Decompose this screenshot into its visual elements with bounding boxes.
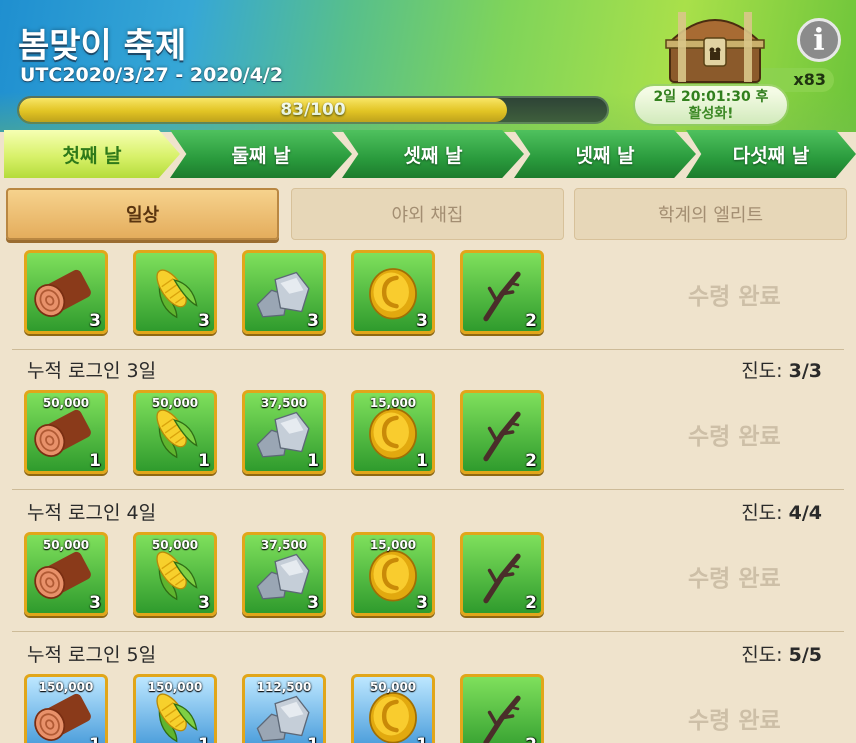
tab-day-2[interactable]: 둘째 날 xyxy=(170,130,352,178)
branch-icon xyxy=(483,695,521,743)
progress-value: 4/4 xyxy=(788,502,822,524)
row-progress: 진도: 3/3 xyxy=(741,356,822,383)
reward-amount: 112,500 xyxy=(256,680,312,694)
reward-item[interactable]: 150,000 1 xyxy=(24,674,108,743)
progress-label: 진도: xyxy=(741,360,789,382)
event-header: 봄맞이 축제 UTC2020/3/27 - 2020/4/2 83/100 x8… xyxy=(0,0,856,132)
row-title: 누적 로그인 4일 xyxy=(27,502,157,524)
reward-amount: 50,000 xyxy=(42,538,90,552)
reward-amount: 150,000 xyxy=(147,680,203,694)
progress-fill xyxy=(19,98,508,122)
row-progress: 진도: 5/5 xyxy=(741,640,822,667)
reward-amount: 50,000 xyxy=(42,396,90,410)
reward-amount: 15,000 xyxy=(369,538,417,552)
tab-outdoor-gathering[interactable]: 야외 채집 xyxy=(291,188,564,240)
row-progress: 진도: 4/4 xyxy=(741,498,822,525)
reward-quantity: 1 xyxy=(307,735,319,743)
activation-timer: 2일 20:01:30 후 xyxy=(653,89,769,105)
reward-quantity: 1 xyxy=(198,735,210,743)
treasure-chest-icon[interactable] xyxy=(660,2,770,90)
reward-quantity: 1 xyxy=(416,735,428,743)
info-button[interactable]: i xyxy=(797,18,841,62)
progress-text: 83/100 xyxy=(280,100,346,120)
reward-row: 3 3 3 3 2 수령 완료 xyxy=(0,248,856,350)
reward-quantity: 2 xyxy=(525,735,537,743)
reward-amount: 150,000 xyxy=(38,680,94,694)
claimed-label: 수령 완료 xyxy=(688,708,781,734)
progress-value: 3/3 xyxy=(788,360,822,382)
row-title: 누적 로그인 5일 xyxy=(27,644,157,666)
reward-row: 누적 로그인 5일진도: 5/5 150,0001 150,0001 112,5… xyxy=(0,564,856,743)
reward-amount: 50,000 xyxy=(151,396,199,410)
progress-label: 진도: xyxy=(741,644,789,666)
tab-day-4[interactable]: 넷째 날 xyxy=(514,130,696,178)
info-icon: i xyxy=(813,22,825,58)
reward-row: 누적 로그인 4일 진도: 4/4 50,000 3 50,000 3 37,500 3… xyxy=(0,422,856,632)
activation-label: 활성화! xyxy=(688,106,734,122)
reward-amount: 37,500 xyxy=(260,538,308,552)
reward-list[interactable]: 3 3 3 3 2 수령 완료 누적 로그인 3일 진도: 3/3 50,000… xyxy=(0,248,856,743)
reward-item[interactable]: 2 xyxy=(460,674,544,743)
tab-day-5[interactable]: 다섯째 날 xyxy=(686,130,856,178)
reward-row: 누적 로그인 3일 진도: 3/3 50,000 1 50,000 1 37,500 1… xyxy=(0,280,856,490)
tab-daily[interactable]: 일상 xyxy=(6,188,279,240)
activation-timer-bubble: 2일 20:01:30 후 활성화! xyxy=(633,84,789,126)
progress-label: 진도: xyxy=(741,502,789,524)
tab-day-1[interactable]: 첫째 날 xyxy=(4,130,180,178)
reward-amount: 50,000 xyxy=(369,680,417,694)
progress-value: 5/5 xyxy=(788,644,822,666)
reward-item[interactable]: 112,500 1 xyxy=(242,674,326,743)
reward-amount: 50,000 xyxy=(151,538,199,552)
reward-quantity: 1 xyxy=(89,735,101,743)
reward-item[interactable]: 50,000 1 xyxy=(351,674,435,743)
tab-academic-elite[interactable]: 학계의 엘리트 xyxy=(574,188,847,240)
row-title: 누적 로그인 3일 xyxy=(27,360,157,382)
event-title: 봄맞이 축제 xyxy=(18,26,187,66)
reward-amount: 37,500 xyxy=(260,396,308,410)
reward-amount: 15,000 xyxy=(369,396,417,410)
reward-item[interactable]: 150,000 1 xyxy=(133,674,217,743)
tab-day-3[interactable]: 셋째 날 xyxy=(342,130,524,178)
event-progress-bar: 83/100 xyxy=(17,96,609,124)
day-tabs: 첫째 날 둘째 날 셋째 날 넷째 날 다섯째 날 xyxy=(4,130,856,178)
event-dates: UTC2020/3/27 - 2020/4/2 xyxy=(20,64,284,86)
